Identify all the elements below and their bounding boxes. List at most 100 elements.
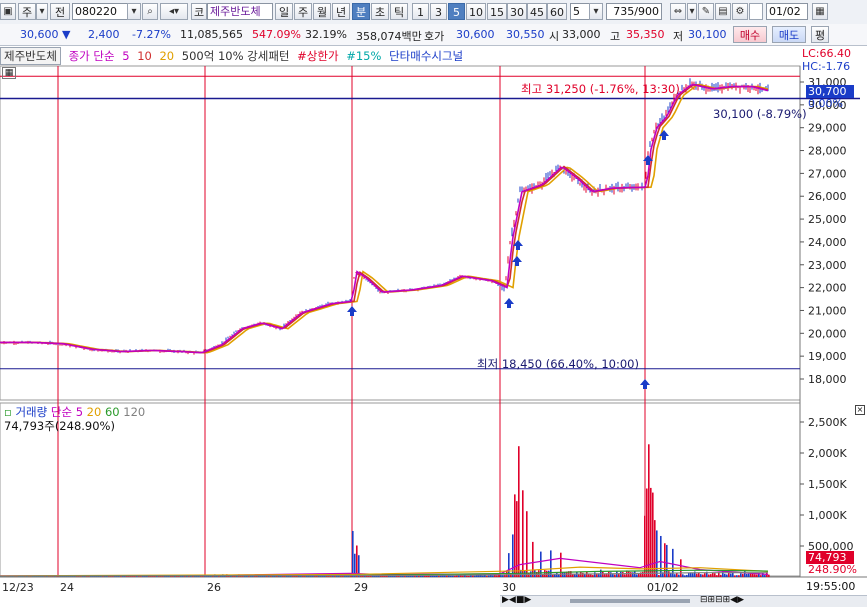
volume-bar xyxy=(518,446,520,577)
sound-icon[interactable]: ◂▾ xyxy=(160,3,188,20)
period-year[interactable]: 년 xyxy=(332,3,350,20)
legend-stock-name[interactable]: 제주반도체 xyxy=(0,47,61,65)
period-tick[interactable]: 틱 xyxy=(390,3,408,20)
interval-30[interactable]: 30 xyxy=(507,3,527,20)
volume-bar xyxy=(560,552,562,577)
interval-15[interactable]: 15 xyxy=(487,3,507,20)
buy-signal-1 xyxy=(504,298,514,308)
volume-bar xyxy=(666,544,668,577)
sell-button[interactable]: 매도 xyxy=(772,26,806,43)
stock-code-input[interactable]: 080220 xyxy=(72,3,128,20)
eval-button[interactable]: 평 xyxy=(811,26,829,43)
scrollbar-thumb[interactable] xyxy=(570,599,690,603)
kospi-button[interactable]: 코 xyxy=(191,3,207,20)
interval-10[interactable]: 10 xyxy=(466,3,486,20)
volume-bar xyxy=(544,570,546,577)
date-checkbox[interactable] xyxy=(749,3,763,20)
open-label: 시 xyxy=(549,30,560,43)
interval-45[interactable]: 45 xyxy=(527,3,547,20)
code-dropdown-icon[interactable]: ▾ xyxy=(127,3,141,20)
volume-bar xyxy=(682,574,684,577)
volume-bar xyxy=(458,575,460,577)
stock-chart[interactable]: 31,00030,00029,00028,00027,00026,00025,0… xyxy=(0,45,867,606)
scroll-controls: ▶◀■▶ ⊟⊞⊟⊞◀▶ xyxy=(500,595,867,607)
period-day[interactable]: 일 xyxy=(275,3,293,20)
save-icon[interactable]: ▤ xyxy=(715,3,731,20)
volume-legend-ma5: 5 xyxy=(75,405,84,419)
volume-bar xyxy=(714,573,716,577)
settings-icon[interactable]: ⚙ xyxy=(732,3,748,20)
tool-dropdown-icon[interactable]: ▾ xyxy=(687,3,697,20)
volume-bar xyxy=(756,574,758,577)
close-pane-icon[interactable]: × xyxy=(855,405,865,415)
type-button[interactable]: 전 xyxy=(50,3,70,20)
volume-bar xyxy=(576,572,578,577)
interval-5[interactable]: 5 xyxy=(448,3,465,20)
volume-bar xyxy=(590,574,592,577)
period-month[interactable]: 월 xyxy=(313,3,331,20)
time-tick-label: 30 xyxy=(502,581,516,594)
volume-bar xyxy=(708,574,710,577)
volume-bar xyxy=(710,574,712,577)
legend-ma5: 5 xyxy=(122,49,130,63)
buy-button[interactable]: 매수 xyxy=(733,26,767,43)
volume-bar xyxy=(614,574,616,577)
interval-3[interactable]: 3 xyxy=(430,3,447,20)
scroll-left-icon[interactable]: ▶◀■▶ xyxy=(502,595,531,605)
volume-bar xyxy=(738,575,740,577)
volume-bar xyxy=(178,576,180,577)
volume-bar xyxy=(686,574,688,577)
interval-60[interactable]: 60 xyxy=(547,3,567,20)
price-tick-label: 23,000 xyxy=(808,259,847,272)
market-selector[interactable]: 주 xyxy=(18,3,36,20)
market-dropdown-arrow-icon[interactable]: ▾ xyxy=(36,3,48,20)
volume-bar xyxy=(698,572,700,577)
search-icon[interactable]: ⌕ xyxy=(142,3,158,20)
price-tick-label: 19,000 xyxy=(808,350,847,363)
legend-pattern: 500억 10% 강세패턴 xyxy=(181,49,290,63)
volume-bar xyxy=(622,572,624,577)
chart-menu-icon[interactable]: ▦ xyxy=(2,67,16,79)
legend-signal: 단타매수시그널 xyxy=(389,49,464,63)
interval-dropdown-icon[interactable]: ▾ xyxy=(589,3,603,20)
count-display[interactable]: 735/900 xyxy=(606,3,662,20)
volume-bar xyxy=(668,571,670,577)
time-tick-label: 24 xyxy=(60,581,74,594)
volume-bar xyxy=(496,575,498,577)
layout-icon[interactable]: ▣ xyxy=(0,3,16,20)
date-input[interactable]: 01/02 xyxy=(766,3,808,20)
period-week[interactable]: 주 xyxy=(294,3,312,20)
zoom-icon[interactable]: ⊟⊞⊟⊞◀▶ xyxy=(700,595,744,605)
draw-tool-icon[interactable]: ✎ xyxy=(698,3,714,20)
low-label: 저 xyxy=(673,30,684,43)
interval-input[interactable]: 5 xyxy=(570,3,590,20)
interval-1[interactable]: 1 xyxy=(412,3,429,20)
volume-bar xyxy=(734,575,736,577)
volume-bar xyxy=(688,572,690,577)
buy-signal-0 xyxy=(347,306,357,316)
price-tick-label: 25,000 xyxy=(808,213,847,226)
price-tick-label: 20,000 xyxy=(808,327,847,340)
volume-bar xyxy=(618,573,620,577)
bid-price: 30,550 xyxy=(506,28,545,41)
volume-bar xyxy=(730,573,732,577)
period-minute[interactable]: 분 xyxy=(352,3,370,20)
low-mid-annotation: 30,100 (-8.79%) xyxy=(713,107,807,121)
volume-bar xyxy=(532,541,534,577)
calendar-icon[interactable]: ▦ xyxy=(812,3,828,20)
volume-bar xyxy=(446,575,448,577)
volume-bar xyxy=(472,575,474,577)
volume-bar xyxy=(638,573,640,577)
volume-bar xyxy=(644,515,646,577)
price-tick-label: 29,000 xyxy=(808,122,847,135)
volume-bar xyxy=(538,570,540,577)
ma10-line xyxy=(0,83,769,354)
time-tick-label: 01/02 xyxy=(647,581,679,594)
current-price: 30,600 xyxy=(20,28,59,41)
volume-bar xyxy=(724,573,726,577)
period-second[interactable]: 초 xyxy=(371,3,389,20)
volume-legend-ma-label: 단순 xyxy=(50,405,73,419)
cursor-tool-icon[interactable]: ⇔ xyxy=(670,3,686,20)
price-tick-label: 27,000 xyxy=(808,167,847,180)
volume-bar xyxy=(630,572,632,577)
